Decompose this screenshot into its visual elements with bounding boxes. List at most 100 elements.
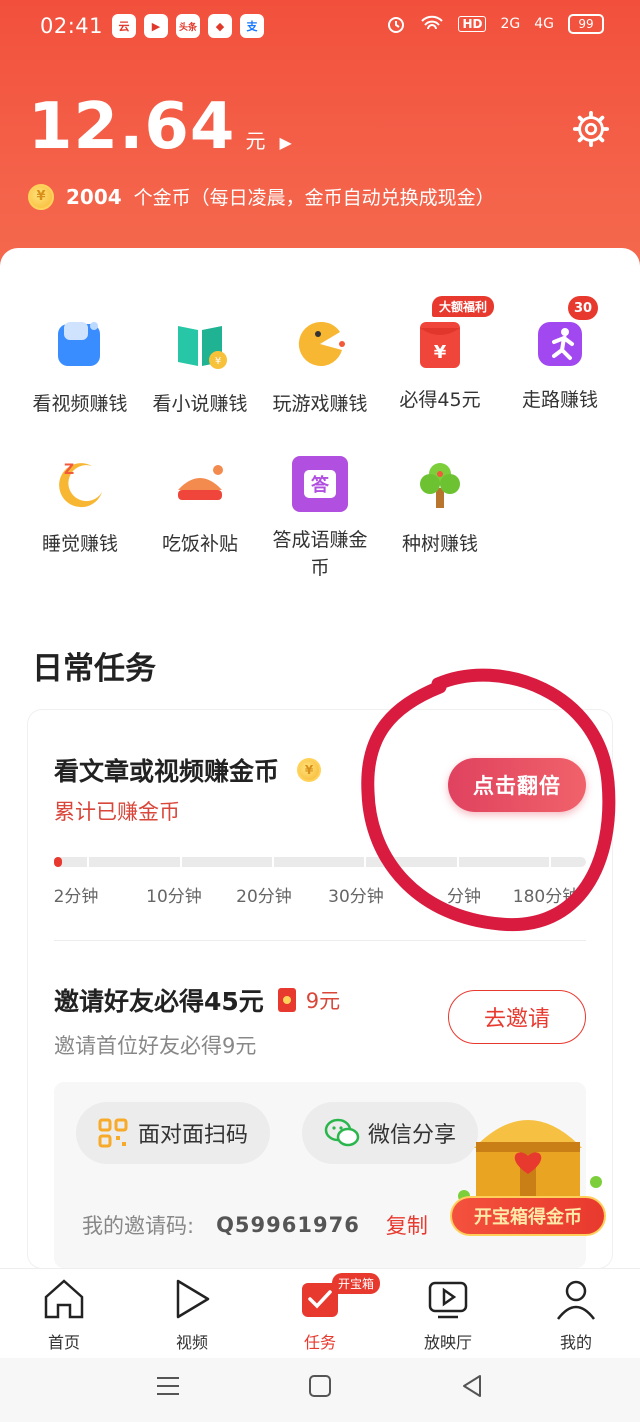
gear-icon[interactable]: [572, 110, 610, 148]
invite-subtitle: 邀请首位好友必得9元: [54, 1034, 257, 1058]
invite-button[interactable]: 去邀请: [448, 990, 586, 1044]
grid-label: 玩游戏赚钱: [272, 393, 368, 415]
wechat-icon: [324, 1118, 360, 1147]
back-icon[interactable]: [458, 1372, 486, 1400]
grid-item-plant-tree[interactable]: 种树赚钱: [380, 456, 500, 558]
moon-icon: Z: [59, 462, 102, 508]
wifi-icon: [421, 15, 444, 30]
profile-icon: [557, 1280, 595, 1320]
task-subtitle: 累计已赚金币: [54, 800, 180, 824]
nav-item-home[interactable]: 首页: [14, 1277, 114, 1353]
system-nav-bar: [0, 1358, 640, 1422]
invite-code-row: 我的邀请码: Q59961976 复制: [82, 1210, 428, 1240]
nav-label: 视频: [175, 1333, 208, 1352]
coin-icon: ¥: [297, 758, 322, 782]
invite-amount: 9元: [305, 989, 341, 1013]
toutiao-app-icon: 头条: [176, 14, 200, 38]
grid-item-idiom-quiz[interactable]: 答 答成语赚金币: [260, 456, 380, 582]
tick-label: 10分钟: [146, 887, 202, 907]
grid-item-play-game[interactable]: 玩游戏赚钱: [260, 316, 380, 418]
svg-text:¥: ¥: [215, 356, 221, 367]
coin-count: 2004: [66, 184, 122, 209]
balance-unit: 元: [245, 129, 266, 153]
grid-label: 答成语赚金币: [272, 529, 368, 579]
grid-label: 吃饭补贴: [161, 533, 238, 555]
pacman-icon: [298, 321, 345, 366]
face-scan-label: 面对面扫码: [138, 1123, 249, 1148]
grid-badge: 30: [568, 296, 598, 320]
grid-label: 看小说赚钱: [152, 393, 248, 415]
tick-label: 2分钟: [53, 887, 99, 907]
invite-code-label: 我的邀请码:: [82, 1214, 195, 1238]
tree-icon: [420, 463, 460, 508]
grid-item-walk[interactable]: 30 走路赚钱: [500, 296, 620, 414]
system-status: HD 2G 4G 99: [386, 14, 604, 34]
status-time: 02:41: [40, 14, 104, 38]
grid-label: 走路赚钱: [521, 389, 598, 411]
play-icon: [176, 1279, 210, 1319]
invite-title-row: 邀请好友必得45元 9元: [54, 982, 340, 1018]
arrow-right-icon: ▶: [279, 133, 292, 152]
menu-icon[interactable]: [154, 1372, 182, 1400]
nav-label: 任务: [303, 1333, 336, 1352]
nav-label: 首页: [47, 1333, 80, 1352]
coin-description: 个金币（每日凌晨，金币自动兑换成现金）: [133, 187, 495, 209]
tick-label: 30分钟: [328, 887, 384, 907]
nav-label: 我的: [559, 1333, 592, 1352]
progress-bar: [54, 857, 586, 867]
video-app-icon: ▶: [144, 14, 168, 38]
tick-label: 180分钟: [512, 887, 580, 907]
coin-summary: ¥ 2004 个金币（每日凌晨，金币自动兑换成现金）: [28, 183, 495, 210]
task-title-row: 看文章或视频赚金币 ¥: [54, 752, 322, 788]
grid-item-read-novel[interactable]: ¥ 看小说赚钱: [140, 316, 260, 418]
status-bar: 02:41 云 ▶ 头条 ◆ 支 HD 2G 4G 99: [0, 0, 640, 56]
nav-badge: 开宝箱: [332, 1273, 381, 1294]
svg-text:Z: Z: [64, 462, 74, 478]
wechat-share-label: 微信分享: [368, 1123, 457, 1148]
face-scan-button[interactable]: 面对面扫码: [76, 1102, 271, 1164]
nav-item-profile[interactable]: 我的: [526, 1277, 626, 1353]
nav-item-tasks[interactable]: 开宝箱 任务: [270, 1273, 381, 1353]
quiz-book-glyph: 答: [304, 470, 336, 498]
home-square-icon[interactable]: [306, 1372, 334, 1400]
grid-item-meal[interactable]: 吃饭补贴: [140, 456, 260, 558]
home-icon: [44, 1279, 84, 1319]
notification-icons: 云 ▶ 头条 ◆ 支: [112, 14, 264, 38]
coin-icon: ¥: [28, 183, 54, 210]
running-icon: [538, 322, 582, 366]
quiz-book-icon: 答: [292, 456, 348, 512]
svg-text:¥: ¥: [434, 342, 447, 363]
hd-indicator: HD: [458, 16, 487, 32]
signal-2g: 2G: [500, 16, 521, 32]
copy-button[interactable]: 复制: [386, 1210, 428, 1240]
battery-icon: 99: [568, 14, 604, 34]
alipay-app-icon: 支: [240, 14, 264, 38]
tick-label: 分钟: [447, 887, 481, 907]
red-envelope-icon: ¥: [420, 322, 460, 368]
bottom-nav: 首页 视频 开宝箱 任务 放映厅 我的: [0, 1268, 640, 1358]
nav-item-theater[interactable]: 放映厅: [398, 1277, 498, 1353]
grid-label: 必得45元: [399, 389, 481, 411]
nav-item-video[interactable]: 视频: [142, 1277, 242, 1353]
theater-icon: [428, 1281, 468, 1319]
red-envelope-wrap: ¥ 大额福利: [412, 296, 495, 372]
grid-item-guaranteed-45[interactable]: ¥ 大额福利 必得45元: [380, 296, 500, 414]
tick-label: 20分钟: [236, 887, 292, 907]
book-icon: ¥: [178, 326, 227, 369]
red-envelope-icon: [277, 988, 296, 1012]
divider: [54, 940, 586, 941]
grid-label: 睡觉赚钱: [41, 533, 118, 555]
invite-code-value: Q59961976: [216, 1213, 360, 1237]
grid-label: 看视频赚钱: [32, 393, 128, 415]
balance-display[interactable]: 12.64 元 ▶: [28, 90, 292, 164]
app-icon: ◆: [208, 14, 232, 38]
invite-title: 邀请好友必得45元: [54, 987, 264, 1016]
double-reward-button[interactable]: 点击翻倍: [448, 758, 586, 812]
grid-item-watch-video[interactable]: 看视频赚钱: [20, 316, 140, 418]
nav-label: 放映厅: [423, 1333, 472, 1352]
alarm-icon: [388, 17, 405, 33]
grid-item-sleep[interactable]: Z 睡觉赚钱: [20, 456, 140, 558]
progress-fill: [54, 857, 62, 867]
treasure-button[interactable]: 开宝箱得金币: [450, 1196, 606, 1236]
grid-badge: 大额福利: [432, 296, 495, 317]
